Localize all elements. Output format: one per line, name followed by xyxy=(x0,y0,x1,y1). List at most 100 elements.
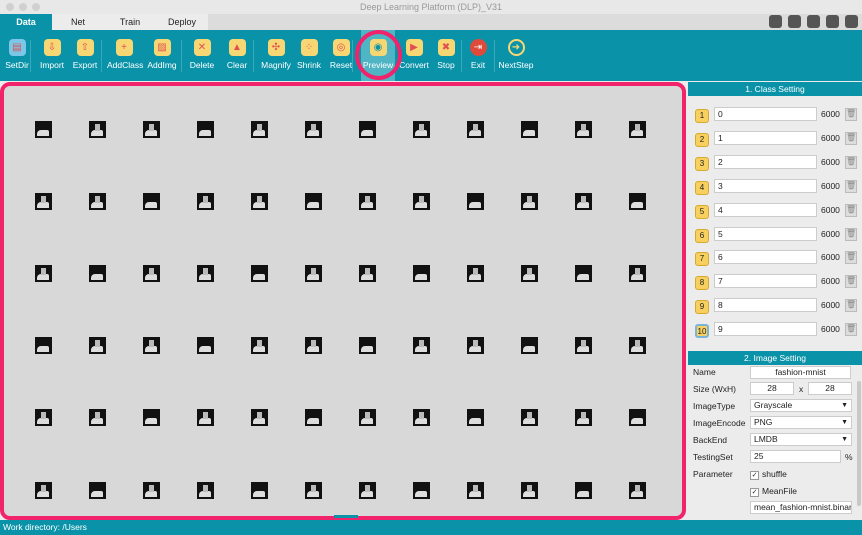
class-name-input[interactable]: 2 xyxy=(714,154,817,169)
tab-train[interactable]: Train xyxy=(104,14,156,30)
image-thumbnail[interactable] xyxy=(34,337,52,355)
image-thumbnail[interactable] xyxy=(142,481,160,499)
image-thumbnail[interactable] xyxy=(412,409,430,427)
image-thumbnail[interactable] xyxy=(196,264,214,282)
maximize-window-button[interactable] xyxy=(32,3,40,11)
image-thumbnail[interactable] xyxy=(628,337,646,355)
image-thumbnail[interactable] xyxy=(250,192,268,210)
image-thumbnail[interactable] xyxy=(574,264,592,282)
image-thumbnail[interactable] xyxy=(466,264,484,282)
image-thumbnail[interactable] xyxy=(412,481,430,499)
toolbar-button-import[interactable]: ⇩ Import xyxy=(37,30,67,81)
image-thumbnail[interactable] xyxy=(304,264,322,282)
image-thumbnail[interactable] xyxy=(574,481,592,499)
image-thumbnail[interactable] xyxy=(520,409,538,427)
trash-icon[interactable]: 🗑 xyxy=(845,108,857,121)
image-thumbnail[interactable] xyxy=(196,192,214,210)
image-thumbnail[interactable] xyxy=(412,120,430,138)
tab-data[interactable]: Data xyxy=(0,14,52,30)
panel-scrollbar[interactable] xyxy=(857,381,861,506)
meanfile-path-field[interactable]: mean_fashion-mnist.binaryp xyxy=(750,501,852,514)
trash-icon[interactable]: 🗑 xyxy=(845,251,857,265)
class-name-input[interactable]: 3 xyxy=(714,178,817,193)
image-thumbnail[interactable] xyxy=(88,120,106,138)
horizontal-scrollbar[interactable] xyxy=(334,515,358,518)
image-thumbnail[interactable] xyxy=(196,409,214,427)
class-name-input[interactable]: 4 xyxy=(714,202,817,217)
class-index-badge[interactable]: 1 xyxy=(695,109,709,123)
height-field[interactable]: 28 xyxy=(808,382,852,395)
meanfile-checkbox[interactable]: ✓ MeanFile xyxy=(750,486,797,497)
trash-icon[interactable]: 🗑 xyxy=(845,131,857,145)
image-thumbnail[interactable] xyxy=(412,264,430,282)
image-encode-select[interactable]: PNG ▼ xyxy=(750,416,852,429)
image-thumbnail[interactable] xyxy=(34,409,52,427)
shuffle-checkbox[interactable]: ✓ shuffle xyxy=(750,469,787,480)
trash-icon[interactable]: 🗑 xyxy=(845,275,857,289)
image-thumbnail[interactable] xyxy=(628,120,646,138)
testing-set-field[interactable]: 25 xyxy=(750,450,841,463)
image-thumbnail[interactable] xyxy=(142,337,160,355)
image-thumbnail[interactable] xyxy=(250,120,268,138)
image-thumbnail[interactable] xyxy=(196,120,214,138)
trash-icon[interactable]: 🗑 xyxy=(845,227,857,241)
image-thumbnail[interactable] xyxy=(304,192,322,210)
image-thumbnail[interactable] xyxy=(628,264,646,282)
class-index-badge[interactable]: 7 xyxy=(695,252,709,267)
image-thumbnail[interactable] xyxy=(574,337,592,355)
image-thumbnail[interactable] xyxy=(412,337,430,355)
class-name-input[interactable]: 6 xyxy=(714,250,817,265)
trash-icon[interactable]: 🗑 xyxy=(845,203,857,217)
image-thumbnail[interactable] xyxy=(412,192,430,210)
trash-icon[interactable]: 🗑 xyxy=(845,155,857,169)
toolbar-button-exit[interactable]: ⇥ Exit xyxy=(467,30,489,81)
class-index-badge[interactable]: 9 xyxy=(695,300,709,315)
class-index-badge[interactable]: 4 xyxy=(695,180,709,195)
image-thumbnail[interactable] xyxy=(250,264,268,282)
toolbar-button-clear[interactable]: ▲ Clear xyxy=(223,30,251,81)
compass-icon[interactable] xyxy=(788,15,801,28)
image-thumbnail[interactable] xyxy=(358,337,376,355)
image-thumbnail[interactable] xyxy=(466,409,484,427)
class-name-input[interactable]: 1 xyxy=(714,130,817,145)
image-thumbnail[interactable] xyxy=(520,192,538,210)
image-thumbnail[interactable] xyxy=(88,337,106,355)
image-thumbnail[interactable] xyxy=(34,192,52,210)
class-index-badge[interactable]: 10 xyxy=(695,324,709,339)
class-name-input[interactable]: 5 xyxy=(714,226,817,241)
image-thumbnail[interactable] xyxy=(520,120,538,138)
image-thumbnail[interactable] xyxy=(304,409,322,427)
image-thumbnail[interactable] xyxy=(520,337,538,355)
class-index-badge[interactable]: 8 xyxy=(695,276,709,291)
tab-net[interactable]: Net xyxy=(52,14,104,30)
image-thumbnail[interactable] xyxy=(520,264,538,282)
image-thumbnail[interactable] xyxy=(34,481,52,499)
image-thumbnail[interactable] xyxy=(358,409,376,427)
image-thumbnail[interactable] xyxy=(250,409,268,427)
toolbar-button-export[interactable]: ⇧ Export xyxy=(70,30,100,81)
toolbar-button-convert[interactable]: ▶ Convert xyxy=(399,30,429,81)
refresh-icon[interactable] xyxy=(845,15,858,28)
image-thumbnail[interactable] xyxy=(628,409,646,427)
trash-icon[interactable]: 🗑 xyxy=(845,179,857,193)
backend-select[interactable]: LMDB ▼ xyxy=(750,433,852,446)
class-name-input[interactable]: 7 xyxy=(714,274,817,289)
settings-icon[interactable] xyxy=(769,15,782,28)
image-thumbnail[interactable] xyxy=(142,264,160,282)
class-index-badge[interactable]: 3 xyxy=(695,156,709,171)
close-window-button[interactable] xyxy=(6,3,14,11)
image-thumbnail[interactable] xyxy=(196,481,214,499)
image-thumbnail[interactable] xyxy=(628,192,646,210)
image-thumbnail[interactable] xyxy=(466,120,484,138)
minimize-window-button[interactable] xyxy=(19,3,27,11)
image-thumbnail[interactable] xyxy=(466,481,484,499)
image-thumbnail[interactable] xyxy=(88,192,106,210)
image-thumbnail[interactable] xyxy=(142,192,160,210)
image-thumbnail[interactable] xyxy=(304,481,322,499)
tab-deploy[interactable]: Deploy xyxy=(156,14,208,30)
image-thumbnail[interactable] xyxy=(304,120,322,138)
class-name-input[interactable]: 9 xyxy=(714,322,817,337)
toolbar-button-setdir[interactable]: ▤ SetDir xyxy=(3,30,31,81)
image-thumbnail[interactable] xyxy=(628,481,646,499)
image-thumbnail[interactable] xyxy=(34,120,52,138)
